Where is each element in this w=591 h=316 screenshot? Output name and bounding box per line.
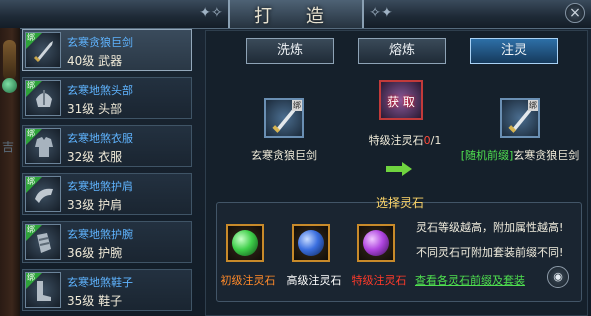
equipment-item[interactable]: 绑 玄寒地煞护肩 33级 护肩 xyxy=(22,173,192,215)
material-label: 特级注灵石0/1 xyxy=(355,132,455,148)
material-slot[interactable]: 获 取 xyxy=(379,80,423,120)
description-line-1: 灵石等级越高，附加属性越高! xyxy=(416,221,564,234)
result-item-label: [随机前缀]玄寒贪狼巨剑 xyxy=(454,147,586,163)
stone-slot-advanced[interactable] xyxy=(292,224,330,262)
green-gem-icon xyxy=(232,230,258,256)
section-title: 选择灵石 xyxy=(376,196,425,210)
item-name: 玄寒地煞头部 xyxy=(67,84,133,97)
equipment-list: 绑 玄寒贪狼巨剑 40级 武器 绑 玄寒地煞头部 31级 头部 绑 玄寒地煞衣服… xyxy=(22,29,194,316)
material-count-have: 0 xyxy=(423,134,431,147)
item-level: 40级 武器 xyxy=(67,54,123,68)
description-line-2: 不同灵石可附加套装前缀不同! xyxy=(416,246,564,259)
shoulder-icon: 绑 xyxy=(25,176,61,212)
sword-icon: 绑 xyxy=(25,32,61,68)
random-prefix: [随机前缀] xyxy=(460,149,514,162)
item-name: 玄寒地煞衣服 xyxy=(67,132,133,145)
boots-icon: 绑 xyxy=(25,272,61,308)
eye-icon[interactable]: ◉ xyxy=(547,266,569,288)
equipment-item[interactable]: 绑 玄寒地煞头部 31级 头部 xyxy=(22,77,192,119)
stone-slot-basic[interactable] xyxy=(226,224,264,262)
bound-badge: 绑 xyxy=(27,129,35,138)
arrow-right-icon xyxy=(386,162,412,176)
bound-badge: 绑 xyxy=(528,100,538,111)
result-item-name: 玄寒贪狼巨剑 xyxy=(513,149,580,162)
item-name: 玄寒贪狼巨剑 xyxy=(67,36,133,49)
right-ornament-icon: ✧✦ xyxy=(369,5,393,21)
helmet-icon: 绑 xyxy=(25,80,61,116)
close-button[interactable]: × xyxy=(565,3,585,23)
source-item-label: 玄寒贪狼巨剑 xyxy=(251,149,317,162)
item-name: 玄寒地煞护腕 xyxy=(67,228,133,241)
side-text: 吉 xyxy=(2,140,15,154)
view-prefix-link[interactable]: 查看各灵石前缀及套装 xyxy=(415,272,525,288)
equipment-item[interactable]: 绑 玄寒贪狼巨剑 40级 武器 xyxy=(22,29,192,71)
tab-smelt[interactable]: 熔炼 xyxy=(358,38,446,64)
item-level: 36级 护腕 xyxy=(67,246,123,260)
equipment-item[interactable]: 绑 玄寒地煞护腕 36级 护腕 xyxy=(22,221,192,263)
window-title: 打 造 xyxy=(254,6,338,27)
bound-badge: 绑 xyxy=(292,100,302,111)
stone-slot-premium[interactable] xyxy=(357,224,395,262)
equipment-item[interactable]: 绑 玄寒地煞鞋子 35级 鞋子 xyxy=(22,269,192,311)
item-name: 玄寒地煞鞋子 xyxy=(67,276,133,289)
item-name: 玄寒地煞护肩 xyxy=(67,180,133,193)
stone-label-basic: 初级注灵石 xyxy=(220,274,276,287)
stone-label-advanced: 高级注灵石 xyxy=(286,274,342,287)
equipment-item[interactable]: 绑 玄寒地煞衣服 32级 衣服 xyxy=(22,125,192,167)
item-level: 31级 头部 xyxy=(67,102,123,116)
bound-badge: 绑 xyxy=(27,225,35,234)
item-level: 35级 鞋子 xyxy=(67,294,123,308)
tab-infuse[interactable]: 注灵 xyxy=(470,38,558,64)
pillar-icon xyxy=(3,40,16,80)
stone-label-premium: 特级注灵石 xyxy=(351,274,407,287)
bracer-icon: 绑 xyxy=(25,224,61,260)
left-ornament-icon: ✦✧ xyxy=(199,5,223,21)
bound-badge: 绑 xyxy=(27,81,35,90)
purple-gem-icon xyxy=(363,230,389,256)
blue-gem-icon xyxy=(298,230,324,256)
item-level: 32级 衣服 xyxy=(67,150,123,164)
material-name: 特级注灵石 xyxy=(368,134,424,147)
bound-badge: 绑 xyxy=(27,177,35,186)
material-count-total: /1 xyxy=(430,134,442,147)
bound-badge: 绑 xyxy=(27,33,35,42)
item-level: 33级 护肩 xyxy=(67,198,123,212)
jade-icon xyxy=(2,78,17,93)
result-item-slot[interactable]: 绑 xyxy=(500,98,540,138)
source-item-slot[interactable]: 绑 xyxy=(264,98,304,138)
obtain-overlay[interactable]: 获 取 xyxy=(381,93,421,110)
bound-badge: 绑 xyxy=(27,273,35,282)
armor-icon: 绑 xyxy=(25,128,61,164)
tab-refine[interactable]: 洗炼 xyxy=(246,38,334,64)
